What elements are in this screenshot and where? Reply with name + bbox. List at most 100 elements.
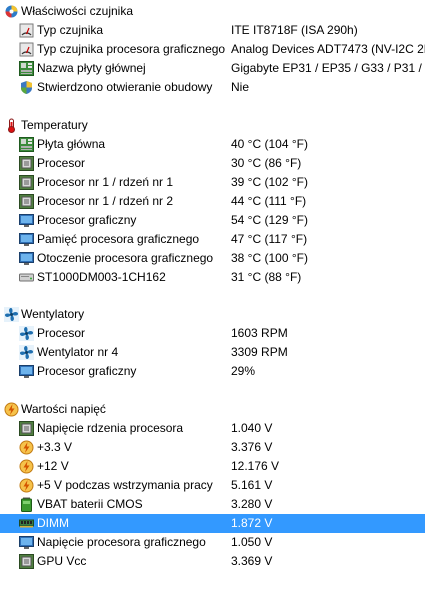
sensor-row[interactable]: Otoczenie procesora graficznego 38 °C (10… xyxy=(0,249,425,268)
cpu-icon xyxy=(19,194,34,209)
sensor-value: 29% xyxy=(231,364,256,378)
sensor-value: 1603 RPM xyxy=(231,326,288,340)
section-header-wartosci-napiec[interactable]: Wartości napięć xyxy=(0,400,425,419)
sensor-row[interactable]: Napięcie procesora graficznego 1.050 V xyxy=(0,533,425,552)
sensor-row[interactable]: Procesor 1603 RPM xyxy=(0,324,425,343)
cpu-icon xyxy=(19,156,34,171)
voltage-icon xyxy=(19,478,34,493)
sensor-row[interactable]: Procesor nr 1 / rdzeń nr 1 39 °C (102 °F) xyxy=(0,173,425,192)
sensor-row[interactable]: Typ czujnika ITE IT8718F (ISA 290h) xyxy=(0,21,425,40)
sensor-row[interactable]: Płyta główna 40 °C (104 °F) xyxy=(0,135,425,154)
fan-icon xyxy=(19,326,34,341)
sensor-row[interactable]: Procesor graficzny 29% xyxy=(0,362,425,381)
cpu-icon xyxy=(19,175,34,190)
sensor-label: Typ czujnika xyxy=(37,23,104,37)
sensor-value: 5.161 V xyxy=(231,478,273,492)
sensor-label: Procesor xyxy=(37,326,86,340)
voltage-icon xyxy=(19,440,34,455)
fan-icon xyxy=(4,307,19,322)
sensor-row[interactable]: Pamięć procesora graficznego 47 °C (117 °… xyxy=(0,230,425,249)
sensor-value: 54 °C (129 °F) xyxy=(231,213,308,227)
sensor-row[interactable]: +12 V 12.176 V xyxy=(0,457,425,476)
sensor-label: Procesor xyxy=(37,156,86,170)
sensor-value: 31 °C (88 °F) xyxy=(231,270,302,284)
sensor-value: 38 °C (100 °F) xyxy=(231,251,308,265)
sensor-value: 47 °C (117 °F) xyxy=(231,232,308,246)
motherboard-icon xyxy=(19,137,34,152)
sensor-row[interactable]: GPU Vcc 3.369 V xyxy=(0,552,425,571)
sensor-value: 1.050 V xyxy=(231,535,273,549)
sensor-label: GPU Vcc xyxy=(37,554,87,568)
sensor-label: Nazwa płyty głównej xyxy=(37,61,146,75)
cpu-icon xyxy=(19,554,34,569)
section-title: Temperatury xyxy=(21,118,88,132)
sensor-row[interactable]: Procesor nr 1 / rdzeń nr 2 44 °C (111 °F) xyxy=(0,192,425,211)
sensor-row[interactable]: Napięcie rdzenia procesora 1.040 V xyxy=(0,419,425,438)
sensor-label: Płyta główna xyxy=(37,137,106,151)
monitor-icon xyxy=(19,232,34,247)
shield-info-icon xyxy=(4,4,19,19)
sensor-label: ST1000DM003-1CH162 xyxy=(37,270,166,284)
sensor-value: 44 °C (111 °F) xyxy=(231,194,307,208)
sensor-value: 1.040 V xyxy=(231,421,273,435)
sensor-value: 12.176 V xyxy=(231,459,280,473)
motherboard-icon xyxy=(19,61,34,76)
monitor-icon xyxy=(19,364,34,379)
sensor-label: Wentylator nr 4 xyxy=(37,345,119,359)
cpu-icon xyxy=(19,421,34,436)
battery-icon xyxy=(19,497,34,512)
voltage-icon xyxy=(4,402,19,417)
section-header-temperatury[interactable]: Temperatury xyxy=(0,116,425,135)
monitor-icon xyxy=(19,535,34,550)
sensor-row[interactable]: Stwierdzono otwieranie obudowy Nie xyxy=(0,78,425,97)
sensor-label: Procesor graficzny xyxy=(37,213,137,227)
section-header-wlasciwosci-czujnika[interactable]: Właściwości czujnika xyxy=(0,2,425,21)
section-title: Wentylatory xyxy=(21,307,85,321)
monitor-icon xyxy=(19,251,34,266)
sensor-value: 3.280 V xyxy=(231,497,273,511)
sensor-label: Napięcie rdzenia procesora xyxy=(37,421,184,435)
sensor-value: 3.369 V xyxy=(231,554,273,568)
shield-icon xyxy=(19,80,34,95)
fan-icon xyxy=(19,345,34,360)
sensor-row[interactable]: DIMM 1.872 V xyxy=(0,514,425,533)
sensor-label: +5 V podczas wstrzymania pracy xyxy=(37,478,213,492)
sensor-row[interactable]: Wentylator nr 4 3309 RPM xyxy=(0,343,425,362)
sensor-label: Procesor nr 1 / rdzeń nr 2 xyxy=(37,194,174,208)
sensor-value: ITE IT8718F (ISA 290h) xyxy=(231,23,358,37)
sensor-value: Nie xyxy=(231,80,250,94)
sensor-row[interactable]: ST1000DM003-1CH162 31 °C (88 °F) xyxy=(0,268,425,287)
sensor-label: Stwierdzono otwieranie obudowy xyxy=(37,80,213,94)
sensor-label: Typ czujnika procesora graficznego xyxy=(37,42,226,56)
sensor-row[interactable]: Typ czujnika procesora graficznego Analog… xyxy=(0,40,425,59)
sensor-label: +3.3 V xyxy=(37,440,73,454)
sensor-label: DIMM xyxy=(37,516,69,530)
section-title: Właściwości czujnika xyxy=(21,4,134,18)
section-title: Wartości napięć xyxy=(21,402,106,416)
sensor-row[interactable]: Procesor graficzny 54 °C (129 °F) xyxy=(0,211,425,230)
sensor-value: Gigabyte EP31 / EP35 / G33 / P31 / P3 xyxy=(231,61,425,75)
hard-drive-icon xyxy=(19,270,34,285)
sensor-value: 39 °C (102 °F) xyxy=(231,175,308,189)
monitor-icon xyxy=(19,213,34,228)
sensor-value: 40 °C (104 °F) xyxy=(231,137,308,151)
sensor-row[interactable]: Nazwa płyty głównej Gigabyte EP31 / EP35 … xyxy=(0,59,425,78)
sensor-value: 3.376 V xyxy=(231,440,273,454)
sensor-tree[interactable]: Właściwości czujnika Typ czujnika ITE IT87… xyxy=(0,0,425,599)
sensor-label: Procesor nr 1 / rdzeń nr 1 xyxy=(37,175,174,189)
sensor-row[interactable]: Procesor 30 °C (86 °F) xyxy=(0,154,425,173)
memory-icon xyxy=(19,516,34,531)
sensor-value: 3309 RPM xyxy=(231,345,288,359)
sensor-icon xyxy=(19,42,34,57)
section-header-wentylatory[interactable]: Wentylatory xyxy=(0,305,425,324)
sensor-label: Napięcie procesora graficznego xyxy=(37,535,206,549)
sensor-row[interactable]: +5 V podczas wstrzymania pracy 5.161 V xyxy=(0,476,425,495)
sensor-value: Analog Devices ADT7473 (NV-I2C 2E xyxy=(231,42,425,56)
sensor-icon xyxy=(19,23,34,38)
sensor-row[interactable]: VBAT baterii CMOS 3.280 V xyxy=(0,495,425,514)
sensor-label: Otoczenie procesora graficznego xyxy=(37,251,214,265)
sensor-label: +12 V xyxy=(37,459,69,473)
sensor-value: 1.872 V xyxy=(231,516,273,530)
sensor-label: VBAT baterii CMOS xyxy=(37,497,143,511)
sensor-row[interactable]: +3.3 V 3.376 V xyxy=(0,438,425,457)
